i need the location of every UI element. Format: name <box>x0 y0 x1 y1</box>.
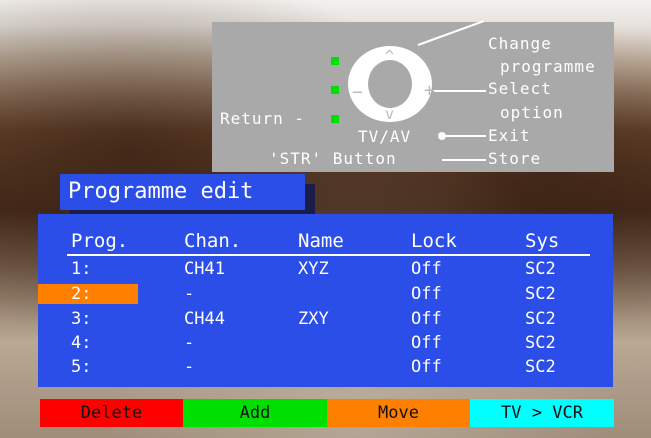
help-return-text: Return - <box>220 109 306 128</box>
exit-pointer-line <box>444 135 486 137</box>
programme-table: Prog. Chan. Name Lock Sys 1: CH41 XYZ Of… <box>38 214 613 387</box>
column-header-lock: Lock <box>411 230 457 252</box>
column-header-sys: Sys <box>525 230 560 252</box>
help-tvav-text: TV/AV <box>358 127 412 146</box>
sys-cell: SC2 <box>525 333 556 353</box>
dpad-minus-glyph: − <box>352 82 364 103</box>
help-option-text: option <box>500 103 564 122</box>
help-exit-text: Exit <box>488 126 531 145</box>
dpad-up-glyph: ^ <box>385 47 396 65</box>
prog-cell: 1: <box>71 259 92 279</box>
help-str-button-text: 'STR' Button <box>269 149 397 168</box>
prog-cell: 5: <box>71 357 92 377</box>
sys-cell: SC2 <box>525 284 556 304</box>
table-row[interactable]: 4: - Off SC2 <box>38 333 613 353</box>
prog-cell: 3: <box>71 309 92 329</box>
store-pointer-line <box>442 159 486 161</box>
prog-cell: 4: <box>71 333 92 353</box>
column-header-chan: Chan. <box>184 230 242 252</box>
delete-button[interactable]: Delete <box>40 399 183 427</box>
sys-cell: SC2 <box>525 357 556 377</box>
sys-cell: SC2 <box>525 259 556 279</box>
help-change-text: Change <box>488 34 552 53</box>
remote-help-panel: ^ v − + Change programme Select option R… <box>212 20 614 172</box>
column-header-name: Name <box>298 230 344 252</box>
select-pointer-line <box>434 90 486 92</box>
lock-cell: Off <box>411 284 442 304</box>
column-header-prog: Prog. <box>71 230 129 252</box>
chan-cell: CH41 <box>184 259 225 279</box>
chan-cell: - <box>184 284 195 304</box>
green-indicator-2 <box>331 86 339 94</box>
name-cell: ZXY <box>298 309 329 329</box>
header-divider <box>67 254 590 256</box>
green-indicator-3 <box>331 115 339 123</box>
chan-cell: - <box>184 357 195 377</box>
table-row-selected[interactable]: 2: - Off SC2 <box>38 284 613 304</box>
table-row[interactable]: 1: CH41 XYZ Off SC2 <box>38 259 613 279</box>
sys-cell: SC2 <box>525 309 556 329</box>
lock-cell: Off <box>411 333 442 353</box>
add-button[interactable]: Add <box>183 399 327 427</box>
green-indicator-1 <box>331 57 339 65</box>
dpad-down-glyph: v <box>385 105 396 123</box>
move-button[interactable]: Move <box>327 399 470 427</box>
prog-cell: 2: <box>71 284 92 304</box>
lock-cell: Off <box>411 259 442 279</box>
lock-cell: Off <box>411 357 442 377</box>
table-row[interactable]: 3: CH44 ZXY Off SC2 <box>38 309 613 329</box>
help-store-text: Store <box>488 149 542 168</box>
change-pointer-line <box>417 20 485 46</box>
table-row[interactable]: 5: - Off SC2 <box>38 357 613 377</box>
name-cell: XYZ <box>298 259 329 279</box>
chan-cell: - <box>184 333 195 353</box>
tv-vcr-button[interactable]: TV > VCR <box>470 399 614 427</box>
chan-cell: CH44 <box>184 309 225 329</box>
lock-cell: Off <box>411 309 442 329</box>
help-select-text: Select <box>488 79 552 98</box>
help-programme-text: programme <box>500 57 596 76</box>
page-title: Programme edit <box>60 174 305 210</box>
